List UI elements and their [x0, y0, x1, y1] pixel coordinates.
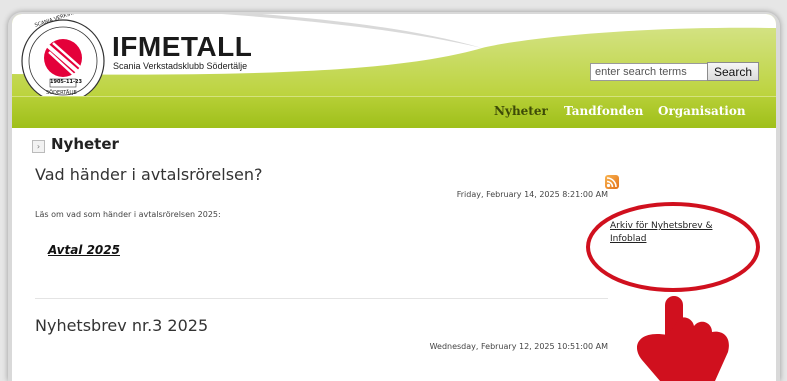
- archive-link-line1: Arkiv för Nyhetsbrev &: [610, 221, 713, 231]
- article-title[interactable]: Nyhetsbrev nr.3 2025: [35, 316, 208, 335]
- rss-icon[interactable]: [605, 175, 619, 189]
- logo-subtitle: Scania Verkstadsklubb Södertälje: [113, 61, 248, 71]
- chevron-right-icon: ›: [32, 140, 45, 153]
- search-input[interactable]: [590, 63, 708, 81]
- main-nav: Nyheter Tandfonden Organisation: [12, 96, 776, 129]
- article-title[interactable]: Vad händer i avtalsrörelsen?: [35, 165, 263, 184]
- website: 1905-11-23 SCANIA VERKSTADSKLUBB SÖDERTÄ…: [12, 14, 776, 381]
- article-link-avtal[interactable]: Avtal 2025: [48, 243, 120, 257]
- seal-date: 1905-11-23: [50, 79, 82, 85]
- section-title: Nyheter: [51, 135, 119, 153]
- site-header: 1905-11-23 SCANIA VERKSTADSKLUBB SÖDERTÄ…: [12, 14, 776, 129]
- main-content: › Nyheter Vad händer i avtalsrörelsen? F…: [12, 128, 776, 381]
- logo-title[interactable]: IFMETALL: [112, 31, 252, 63]
- article-date: Friday, February 14, 2025 8:21:00 AM: [456, 190, 608, 199]
- search-button[interactable]: Search: [707, 62, 759, 81]
- archive-link-line2: Infoblad: [610, 234, 647, 244]
- article-body: Läs om vad som händer i avtalsrörelsen 2…: [35, 210, 221, 219]
- nav-item-organisation[interactable]: Organisation: [658, 104, 746, 118]
- article-date: Wednesday, February 12, 2025 10:51:00 AM: [429, 342, 608, 351]
- nav-item-nyheter[interactable]: Nyheter: [494, 104, 548, 118]
- archive-link[interactable]: Arkiv för Nyhetsbrev & Infoblad: [610, 220, 770, 246]
- nav-item-tandfonden[interactable]: Tandfonden: [564, 104, 643, 118]
- article-divider: [35, 298, 608, 299]
